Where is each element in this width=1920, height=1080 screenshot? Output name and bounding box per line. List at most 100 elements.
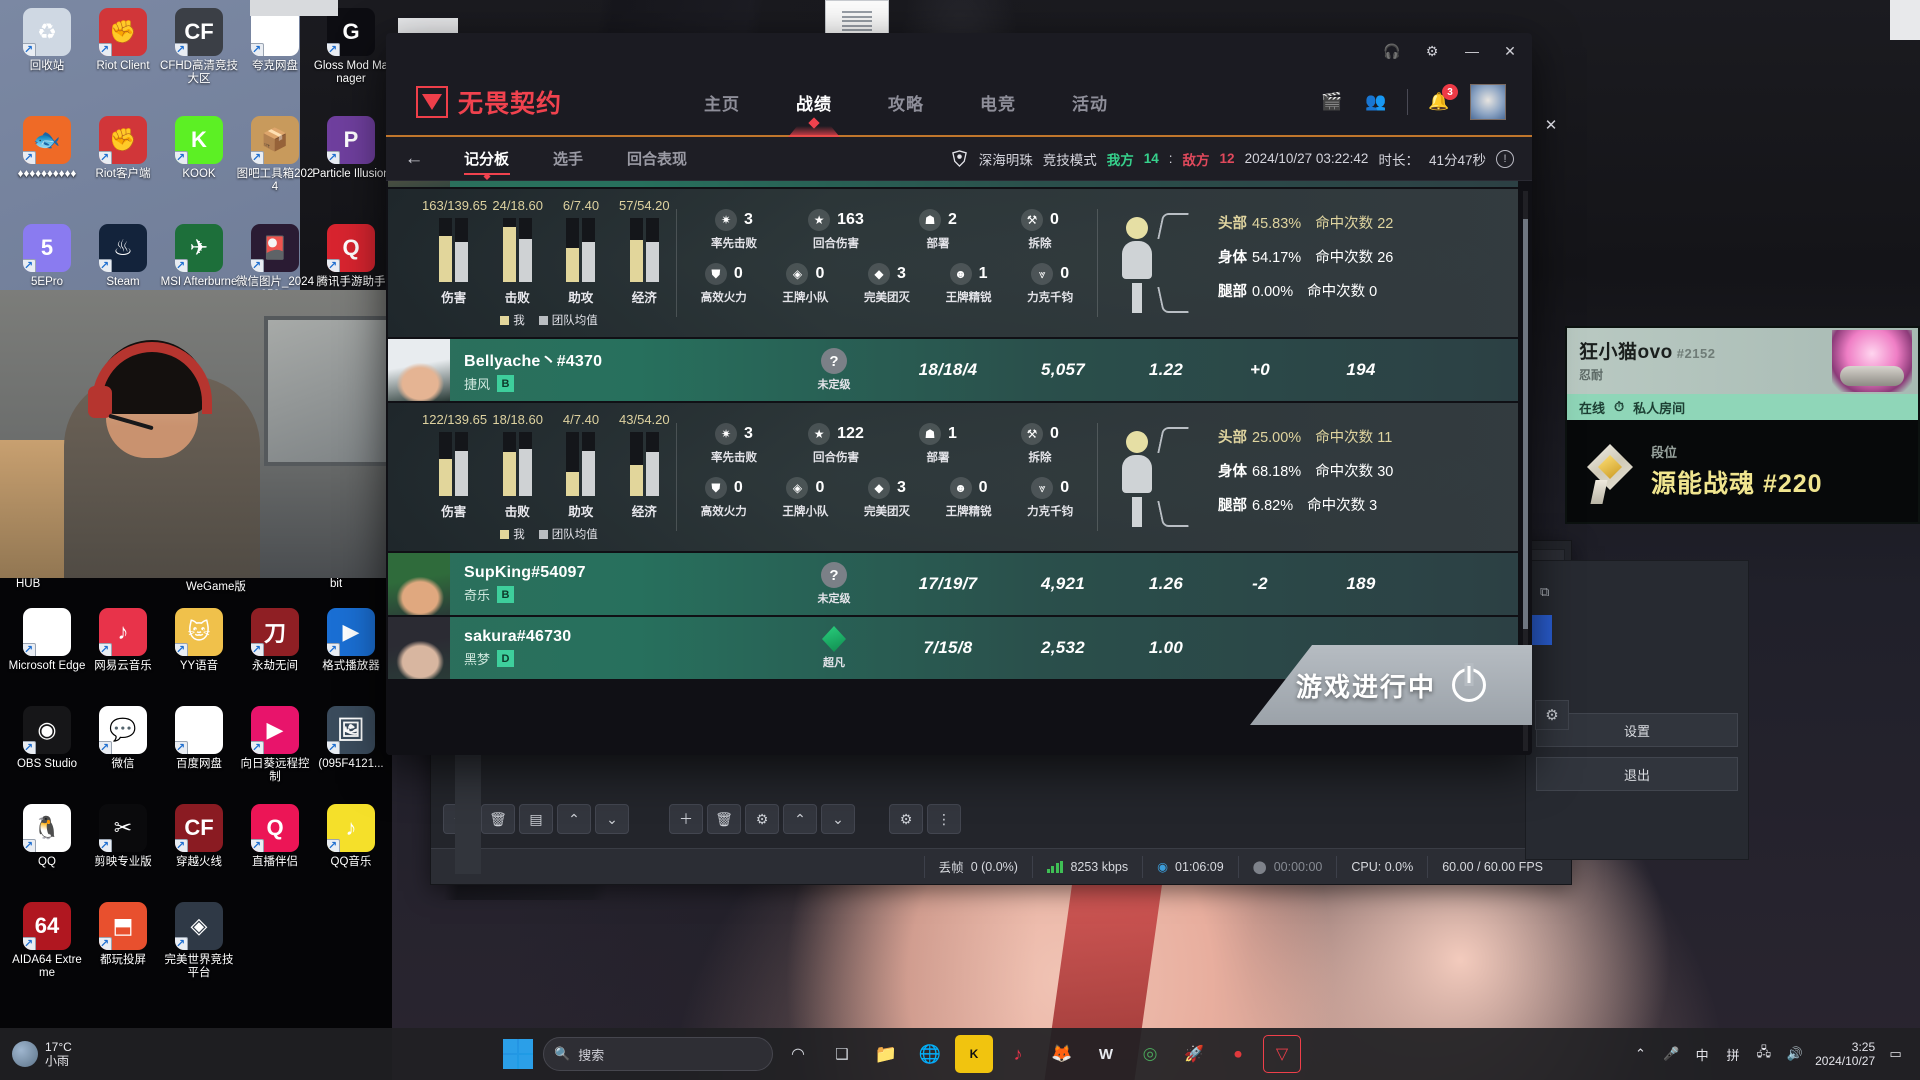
desktop-icon-riot-client-icon[interactable]: ✊ ↗ Riot Client xyxy=(84,8,162,73)
power-icon[interactable] xyxy=(1452,668,1486,702)
scoreboard-sub-tabs[interactable]: 记分板 选手 回合表现 xyxy=(442,137,709,181)
tab-3[interactable]: 攻略 xyxy=(860,68,952,136)
weather-widget[interactable]: 17°C 小雨 xyxy=(0,1040,170,1068)
desktop-icon-image-thumb-icon[interactable]: 🖼 ↗ (095F4121... xyxy=(312,706,390,771)
desktop-icon-perfectworld-arena-icon[interactable]: ◈ ↗ 完美世界竞技平台 xyxy=(160,902,238,979)
valorant-app-window[interactable]: 🎧 ⚙ — ✕ 无畏契约 主页 战绩 攻略 电竞 活动 🎬 👥 🔔 3 ← 记分板 选手回… xyxy=(386,33,1532,755)
tab-5[interactable]: 活动 xyxy=(1044,68,1136,136)
desktop-icon-wechat-icon[interactable]: 💬 ↗ 微信 xyxy=(84,706,162,771)
move-up-button[interactable]: ⌃ xyxy=(557,804,591,834)
volume-icon[interactable]: 🔊 xyxy=(1784,1043,1805,1065)
desktop-icon-obs-studio-icon[interactable]: ◉ ↗ OBS Studio xyxy=(8,706,86,771)
copy-icon[interactable]: ⧉ xyxy=(1540,584,1566,606)
taskbar-system-tray[interactable]: ⌃ 🎤 中 拼 🖧 🔊 3:25 2024/10/27 ▭ xyxy=(1630,1040,1920,1068)
scoreboard-player-row[interactable]: Bellyache丶#4370 捷风 B? 未定级 18/18/4 5,057 1.22 +0… xyxy=(388,339,1518,401)
notifications-icon[interactable]: ▭ xyxy=(1885,1043,1906,1065)
desktop-icon-steam-icon[interactable]: ♨ ↗ Steam xyxy=(84,224,162,289)
desktop-icon-format-player-icon[interactable]: ▶ ↗ 格式播放器 xyxy=(312,608,390,673)
overlay-close-icon[interactable]: ✕ xyxy=(1540,114,1562,136)
tab-1[interactable]: 主页 xyxy=(676,68,768,136)
desktop-icon-yy-voice-icon[interactable]: 🐱 ↗ YY语音 xyxy=(160,608,238,673)
sub-tab-1[interactable]: 记分板 xyxy=(442,137,531,181)
close-icon[interactable]: ✕ xyxy=(1490,33,1530,69)
gear-icon[interactable]: ⚙ xyxy=(1535,700,1569,730)
edge-icon[interactable]: 🌐 xyxy=(911,1035,949,1073)
desktop-icon-aida64-icon[interactable]: 64 ↗ AIDA64 Extreme xyxy=(8,902,86,979)
add-scene-button[interactable]: ＋ xyxy=(669,804,703,834)
microphone-icon[interactable]: 🎤 xyxy=(1661,1043,1682,1065)
clip-icon[interactable]: 🎬 xyxy=(1319,89,1345,115)
valorant-title-bar[interactable]: 🎧 ⚙ — ✕ xyxy=(386,33,1532,69)
scoreboard-player-row-partial[interactable]: 星蝗S未定级 xyxy=(388,181,1518,187)
scoreboard-player-row[interactable]: SupKing#54097 奇乐 B? 未定级 17/19/7 4,921 1.26 -2 18… xyxy=(388,553,1518,615)
file-explorer-icon[interactable]: 📁 xyxy=(867,1035,905,1073)
desktop-icon-crossfire-icon[interactable]: CF ↗ 穿越火线 xyxy=(160,804,238,869)
delete-source-button[interactable]: 🗑 xyxy=(481,804,515,834)
desktop-icon-sunlogin-icon[interactable]: ▶ ↗ 向日葵远程控制 xyxy=(236,706,314,783)
desktop-icon-game-shortcut-icon[interactable]: 🐟 ↗ ♦♦♦♦♦♦♦♦♦♦ xyxy=(8,116,86,181)
copilot-icon[interactable]: ◠ xyxy=(779,1035,817,1073)
task-view-icon[interactable]: ❑ xyxy=(823,1035,861,1073)
filters-button[interactable]: ▤ xyxy=(519,804,553,834)
chevron-up-icon[interactable]: ⌃ xyxy=(1630,1043,1651,1065)
netease-music-icon[interactable]: ♪ xyxy=(999,1035,1037,1073)
tab-4[interactable]: 电竞 xyxy=(952,68,1044,136)
scoreboard-list[interactable]: 星蝗S未定级 163/139.65 24/18.60 6/7.40 57/54.20 伤害… xyxy=(388,181,1518,681)
desktop-icon-naraka-icon[interactable]: 刀 ↗ 永劫无间 xyxy=(236,608,314,673)
ime-lang-label[interactable]: 中 xyxy=(1692,1043,1713,1065)
desktop-icon-baidu-netdisk-icon[interactable]: ☁ ↗ 百度网盘 xyxy=(160,706,238,771)
clock[interactable]: 3:25 2024/10/27 xyxy=(1815,1040,1875,1068)
desktop-icon-tuba-toolbox-icon[interactable]: 📦 ↗ 图吧工具箱2024 xyxy=(236,116,314,193)
settings-icon[interactable]: ⚙ xyxy=(1412,33,1452,69)
valorant-main-tabs[interactable]: 主页 战绩 攻略 电竞 活动 xyxy=(676,68,1136,136)
firefox-icon[interactable]: 🦊 xyxy=(1043,1035,1081,1073)
recorder-icon[interactable]: ⏺ xyxy=(1219,1035,1257,1073)
scene-down-button[interactable]: ⌄ xyxy=(821,804,855,834)
valorant-nav-bar[interactable]: 无畏契约 主页 战绩 攻略 电竞 活动 🎬 👥 🔔 3 xyxy=(386,69,1532,137)
kook-icon[interactable]: K xyxy=(955,1035,993,1073)
audio-settings-button[interactable]: ⚙ xyxy=(889,804,923,834)
scene-properties-button[interactable]: ⚙ xyxy=(745,804,779,834)
obs-control-row[interactable]: ＋ 🗑 ▤ ⌃ ⌄ ＋ 🗑 ⚙ ⌃ ⌄ ⚙ ⋮ xyxy=(431,790,1571,848)
sub-tab-2[interactable]: 选手 xyxy=(531,137,605,181)
back-button[interactable]: ← xyxy=(386,148,442,170)
wegame-icon[interactable]: W xyxy=(1087,1035,1125,1073)
valorant-taskbar-icon[interactable]: ▽ xyxy=(1263,1035,1301,1073)
desktop-icon-live-companion-icon[interactable]: Q ↗ 直播伴侣 xyxy=(236,804,314,869)
desktop-icon-riot-client-cn-icon[interactable]: ✊ ↗ Riot客户端 xyxy=(84,116,162,181)
ime-mode-label[interactable]: 拼 xyxy=(1723,1043,1744,1065)
chrome-icon[interactable]: ◎ xyxy=(1131,1035,1169,1073)
taskbar-apps[interactable]: 🔍 搜索 ◠ ❑ 📁 🌐 K ♪ 🦊 W ◎ 🚀 ⏺ ▽ xyxy=(170,1035,1630,1073)
exit-button[interactable]: 退出 xyxy=(1536,757,1738,791)
desktop-icon-duwan-cast-icon[interactable]: ⬒ ↗ 都玩投屏 xyxy=(84,902,162,967)
desktop-icon-tencent-gamebuddy-icon[interactable]: Q ↗ 腾讯手游助手 xyxy=(312,224,390,289)
desktop-icon-edge-icon[interactable]: e ↗ Microsoft Edge xyxy=(8,608,86,673)
valorant-sub-bar[interactable]: ← 记分板 选手 回合表现 深海明珠 竞技模式 我方 14 : 敌方 12 2024… xyxy=(386,137,1532,181)
scene-up-button[interactable]: ⌃ xyxy=(783,804,817,834)
search-input[interactable]: 🔍 搜索 xyxy=(543,1037,773,1071)
desktop-icon-cfhd-icon[interactable]: CF ↗ CFHD高清竞技大区 xyxy=(160,8,238,85)
scrollbar-thumb[interactable] xyxy=(1523,219,1528,629)
valorant-nav-right[interactable]: 🎬 👥 🔔 3 xyxy=(1319,84,1532,120)
desktop-icon-recycle-bin-icon[interactable]: ♻ ↗ 回收站 xyxy=(8,8,86,73)
desktop-icon-qq-music-icon[interactable]: ♪ ↗ QQ音乐 xyxy=(312,804,390,869)
desktop-icon-netease-music-icon[interactable]: ♪ ↗ 网易云音乐 xyxy=(84,608,162,673)
network-icon[interactable]: 🖧 xyxy=(1753,1043,1774,1065)
desktop-icon-jianying-icon[interactable]: ✂ ↗ 剪映专业版 xyxy=(84,804,162,869)
notification-bell-icon[interactable]: 🔔 3 xyxy=(1426,84,1458,115)
desktop-icon-kook-icon[interactable]: K ↗ KOOK xyxy=(160,116,238,181)
desktop-icon-quark-netdisk-icon[interactable]: ☁ ↗ 夸克网盘 xyxy=(236,8,314,73)
desktop-icon-particle-illusion-icon[interactable]: P ↗ Particle Illusion xyxy=(312,116,390,181)
minimize-icon[interactable]: — xyxy=(1452,33,1492,69)
friends-icon[interactable]: 👥 xyxy=(1363,89,1389,115)
desktop-icon-qq-icon[interactable]: 🐧 ↗ QQ xyxy=(8,804,86,869)
desktop-icon-5epro-icon[interactable]: 5 ↗ 5EPro xyxy=(8,224,86,289)
desktop-icon-gloss-mod-manager-icon[interactable]: G ↗ Gloss Mod Manager xyxy=(312,8,390,85)
delete-scene-button[interactable]: 🗑 xyxy=(707,804,741,834)
move-down-button[interactable]: ⌄ xyxy=(595,804,629,834)
headset-settings-icon[interactable]: 🎧 xyxy=(1372,33,1412,69)
start-button[interactable] xyxy=(499,1035,537,1073)
info-icon[interactable]: ! xyxy=(1496,149,1514,168)
windows-taskbar[interactable]: 17°C 小雨 🔍 搜索 ◠ ❑ 📁 🌐 K ♪ 🦊 W ◎ 🚀 ⏺ ▽ ⌃ 🎤… xyxy=(0,1028,1920,1080)
sub-tab-3[interactable]: 回合表现 xyxy=(605,137,709,181)
